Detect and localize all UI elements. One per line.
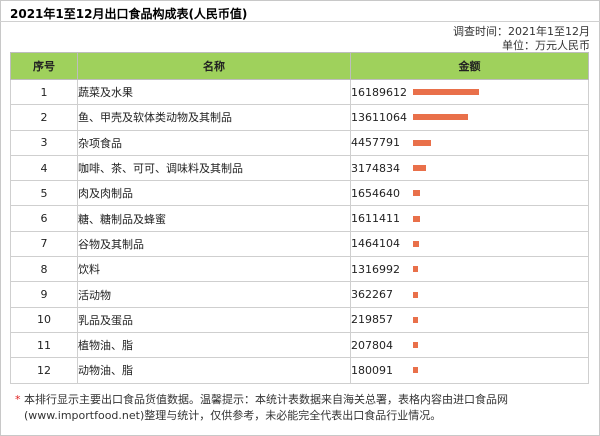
row-name: 咖啡、茶、可可、调味料及其制品: [77, 154, 351, 182]
row-name: 糖、糖制品及蜂蜜: [77, 205, 351, 232]
survey-time-label: 调查时间：: [453, 25, 508, 38]
row-name: 肉及肉制品: [77, 180, 351, 207]
value-bar: [413, 165, 426, 172]
page-title: 2021年1至12月出口食品构成表(人民币值): [10, 7, 248, 21]
value-bar: [413, 139, 431, 146]
table-header-row: 序号 名称 金额: [10, 52, 589, 80]
row-rank: 3: [10, 129, 78, 156]
row-value-cell: 207804: [350, 331, 589, 359]
table-row: 6 糖、糖制品及蜂蜜 1611411: [10, 205, 589, 232]
value-bar: [413, 114, 468, 121]
value-bar: [413, 240, 419, 247]
row-value: 1654640: [351, 186, 400, 200]
table-row: 8 饮料 1316992: [10, 256, 589, 283]
footnote-text: 本排行显示主要出口食品货值数据。温馨提示：本统计表数据来自海关总署，表格内容由进…: [24, 393, 508, 422]
value-bar: [413, 190, 420, 197]
row-value: 13611064: [351, 110, 407, 124]
row-name: 植物油、脂: [77, 331, 351, 359]
unit-info: 单位：万元人民币: [502, 37, 590, 53]
value-bar: [413, 291, 418, 298]
table-row: 1 蔬菜及水果 16189612: [10, 78, 589, 106]
header-name: 名称: [77, 52, 351, 80]
row-value-cell: 1464104: [350, 230, 589, 258]
row-rank: 1: [10, 78, 78, 106]
row-value-cell: 1611411: [350, 205, 589, 232]
row-value-cell: 1316992: [350, 256, 589, 283]
row-rank: 6: [10, 205, 78, 232]
header-value: 金额: [350, 52, 589, 80]
row-name: 活动物: [77, 281, 351, 308]
unit-label: 单位：: [502, 39, 535, 52]
table-row: 12 动物油、脂 180091: [10, 357, 589, 384]
table-row: 11 植物油、脂 207804: [10, 331, 589, 359]
row-rank: 12: [10, 357, 78, 384]
table-body: 1 蔬菜及水果 16189612 2 鱼、甲壳及软体类动物及其制品 13611064 3 杂项…: [10, 78, 589, 384]
row-value: 1464104: [351, 237, 400, 251]
row-value-cell: 4457791: [350, 129, 589, 156]
row-rank: 11: [10, 331, 78, 359]
value-bar: [413, 89, 479, 96]
row-value-cell: 219857: [350, 306, 589, 333]
row-value: 16189612: [351, 85, 407, 99]
row-name: 杂项食品: [77, 129, 351, 156]
row-rank: 4: [10, 154, 78, 182]
row-name: 鱼、甲壳及软体类动物及其制品: [77, 104, 351, 131]
table-row: 9 活动物 362267: [10, 281, 589, 308]
table-row: 7 谷物及其制品 1464104: [10, 230, 589, 258]
table-row: 2 鱼、甲壳及软体类动物及其制品 13611064: [10, 104, 589, 131]
row-name: 谷物及其制品: [77, 230, 351, 258]
row-value: 207804: [351, 338, 393, 352]
row-value: 3174834: [351, 161, 400, 175]
row-rank: 7: [10, 230, 78, 258]
row-value-cell: 1654640: [350, 180, 589, 207]
row-value: 1611411: [351, 212, 400, 226]
row-name: 动物油、脂: [77, 357, 351, 384]
row-value-cell: 13611064: [350, 104, 589, 131]
row-value-cell: 3174834: [350, 154, 589, 182]
row-value: 180091: [351, 363, 393, 377]
row-rank: 9: [10, 281, 78, 308]
row-value: 362267: [351, 288, 393, 302]
value-bar: [413, 342, 418, 349]
row-rank: 8: [10, 256, 78, 283]
footnote-star: *: [15, 393, 21, 406]
table-row: 5 肉及肉制品 1654640: [10, 180, 589, 207]
row-value-cell: 362267: [350, 281, 589, 308]
table-row: 4 咖啡、茶、可可、调味料及其制品 3174834: [10, 154, 589, 182]
row-rank: 10: [10, 306, 78, 333]
table-row: 10 乳品及蛋品 219857: [10, 306, 589, 333]
row-name: 乳品及蛋品: [77, 306, 351, 333]
value-bar: [413, 316, 418, 323]
row-value: 4457791: [351, 136, 400, 150]
row-value: 219857: [351, 313, 393, 327]
value-bar: [413, 367, 418, 374]
value-bar: [413, 266, 418, 273]
value-bar: [413, 215, 420, 222]
row-value-cell: 16189612: [350, 78, 589, 106]
row-name: 饮料: [77, 256, 351, 283]
header-rank: 序号: [10, 52, 78, 80]
row-value: 1316992: [351, 262, 400, 276]
row-value-cell: 180091: [350, 357, 589, 384]
row-rank: 5: [10, 180, 78, 207]
row-rank: 2: [10, 104, 78, 131]
export-food-table: 序号 名称 金额 1 蔬菜及水果 16189612 2 鱼、甲壳及软体类动物及其制品 13…: [10, 52, 589, 384]
table-row: 3 杂项食品 4457791: [10, 129, 589, 156]
title-divider: [0, 21, 600, 22]
footnote: * 本排行显示主要出口食品货值数据。温馨提示：本统计表数据来自海关总署，表格内容…: [15, 392, 589, 424]
row-name: 蔬菜及水果: [77, 78, 351, 106]
unit-value: 万元人民币: [535, 39, 590, 52]
